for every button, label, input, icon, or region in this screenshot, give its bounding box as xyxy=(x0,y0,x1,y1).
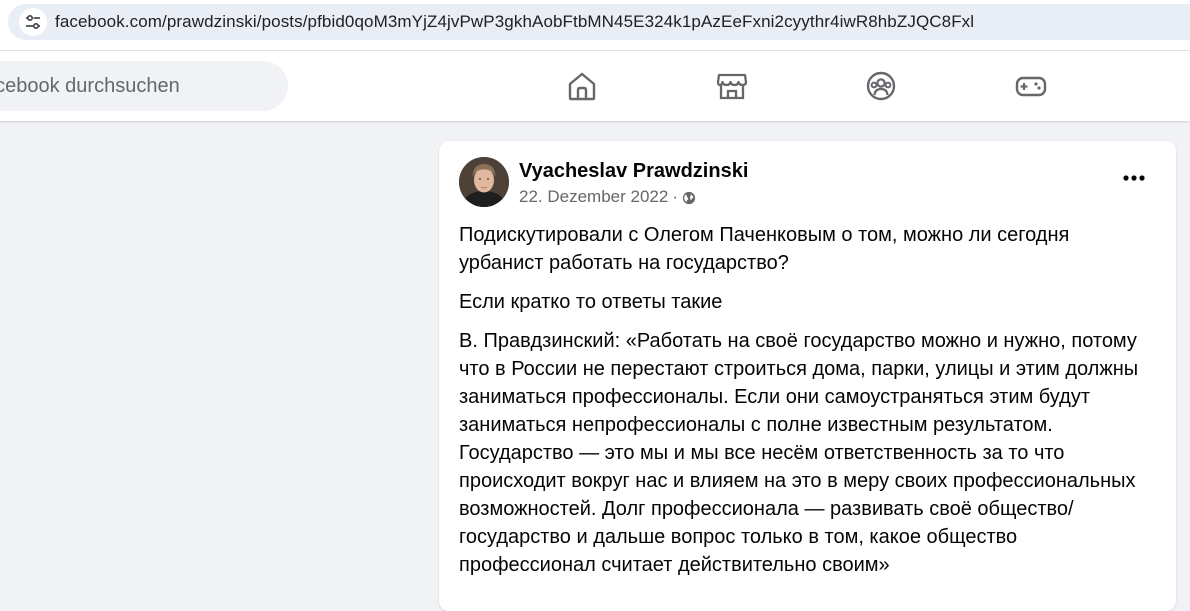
globe-icon[interactable] xyxy=(682,191,696,205)
omnibox[interactable]: facebook.com/prawdzinski/posts/pfbid0qoM… xyxy=(8,4,1190,40)
post-meta: 22. Dezember 2022 · xyxy=(519,187,696,207)
marketplace-icon[interactable] xyxy=(715,69,749,103)
post-body: Подискутировали с Олегом Паченковым о то… xyxy=(459,221,1159,590)
url-text[interactable]: facebook.com/prawdzinski/posts/pfbid0qoM… xyxy=(55,12,974,32)
facebook-header xyxy=(0,51,1190,121)
meta-separator: · xyxy=(672,187,678,206)
groups-icon[interactable] xyxy=(864,69,898,103)
home-icon[interactable] xyxy=(565,69,599,103)
browser-address-bar: facebook.com/prawdzinski/posts/pfbid0qoM… xyxy=(0,0,1190,51)
tune-icon[interactable] xyxy=(19,8,47,36)
gaming-icon[interactable] xyxy=(1014,69,1048,103)
post-paragraph: В. Правдзинский: «Работать на своё госуд… xyxy=(459,330,1139,576)
post-date[interactable]: 22. Dezember 2022 xyxy=(519,187,668,207)
more-options-icon[interactable] xyxy=(1117,165,1151,191)
post-paragraph: Если кратко то ответы такие xyxy=(459,291,723,313)
author-name[interactable]: Vyacheslav Prawdzinski xyxy=(519,160,748,183)
avatar[interactable] xyxy=(459,157,509,207)
post-paragraph: Подискутировали с Олегом Паченковым о то… xyxy=(459,224,1070,274)
search-input[interactable] xyxy=(0,61,270,111)
search-box[interactable] xyxy=(0,61,288,111)
post-card: Vyacheslav Prawdzinski 22. Dezember 2022… xyxy=(439,141,1176,611)
